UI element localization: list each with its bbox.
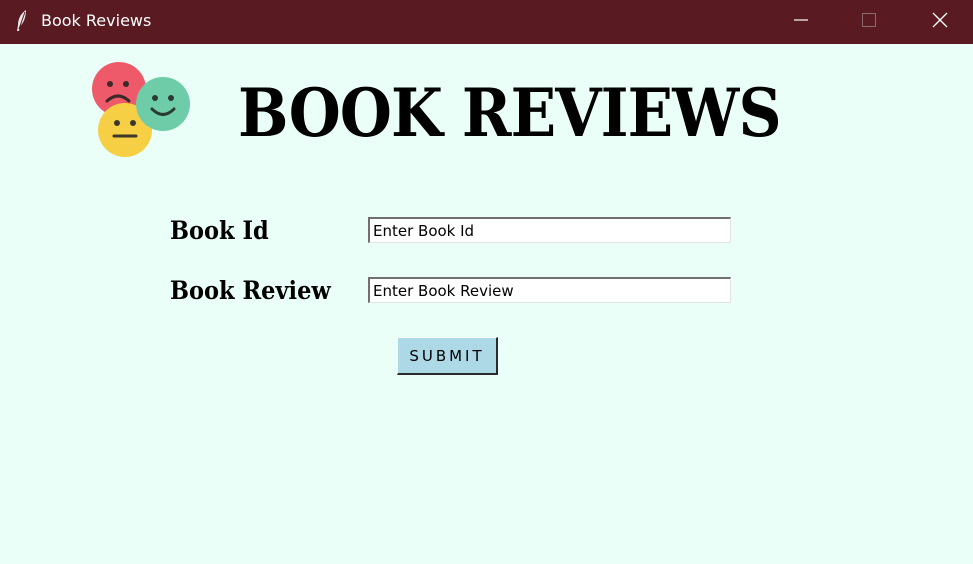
close-button[interactable] <box>909 0 971 44</box>
page-title: BOOK REVIEWS <box>238 74 782 152</box>
maximize-icon <box>861 12 877 32</box>
maximize-button[interactable] <box>838 0 900 44</box>
emoji-faces-logo <box>90 60 194 160</box>
book-id-input[interactable] <box>368 217 731 243</box>
window-title: Book Reviews <box>41 11 152 30</box>
close-icon <box>931 11 949 33</box>
title-bar[interactable]: Book Reviews <box>0 0 973 44</box>
book-review-input[interactable] <box>368 277 731 303</box>
minimize-button[interactable] <box>770 0 832 44</box>
happy-face-icon <box>136 77 190 131</box>
feather-icon <box>14 9 30 33</box>
minimize-icon <box>793 12 809 32</box>
book-id-label: Book Id <box>170 216 269 245</box>
book-review-label: Book Review <box>170 276 331 305</box>
submit-button[interactable]: SUBMIT <box>397 337 498 375</box>
